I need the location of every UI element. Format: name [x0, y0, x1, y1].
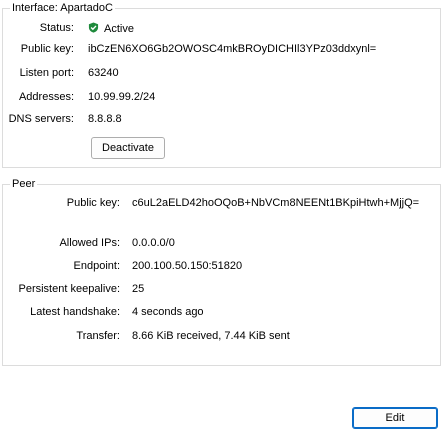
latest-handshake-label: Latest handshake: [30, 306, 120, 318]
interface-group: Interface: ApartadoC Status: Active Publ… [2, 2, 441, 168]
persistent-keepalive-value: 25 [132, 283, 145, 295]
transfer-row: Transfer: 8.66 KiB received, 7.44 KiB se… [3, 330, 440, 342]
persistent-keepalive-row: Persistent keepalive: 25 [3, 283, 440, 295]
endpoint-row: Endpoint: 200.100.50.150:51820 [3, 260, 440, 272]
peer-legend: Peer [10, 178, 38, 191]
peer-public-key-value: c6uL2aELD42hoOQoB+NbVCm8NEENt1BKpiHtwh+M… [132, 197, 420, 209]
listen-port-label: Listen port: [19, 67, 74, 79]
status-row: Status: Active [3, 22, 440, 35]
dns-servers-value: 8.8.8.8 [88, 113, 122, 125]
addresses-label: Addresses: [18, 91, 74, 103]
status-label: Status: [39, 22, 74, 34]
latest-handshake-value: 4 seconds ago [132, 306, 204, 318]
shield-check-icon [88, 22, 99, 33]
dns-servers-label: DNS servers: [8, 113, 74, 125]
interface-public-key-label: Public key: [20, 43, 74, 55]
status-value-wrap: Active [88, 22, 134, 35]
latest-handshake-row: Latest handshake: 4 seconds ago [3, 306, 440, 318]
peer-public-key-label: Public key: [66, 197, 120, 209]
dns-servers-row: DNS servers: 8.8.8.8 [3, 113, 440, 125]
interface-public-key-value: ibCzEN6XO6Gb2OWOSC4mkBROyDICHIl3YPz03ddx… [88, 43, 377, 55]
allowed-ips-value: 0.0.0.0/0 [132, 237, 175, 249]
addresses-row: Addresses: 10.99.99.2/24 [3, 91, 440, 103]
endpoint-value: 200.100.50.150:51820 [132, 260, 243, 272]
persistent-keepalive-label: Persistent keepalive: [18, 283, 121, 295]
listen-port-value: 63240 [88, 67, 119, 79]
status-value: Active [104, 23, 134, 35]
listen-port-row: Listen port: 63240 [3, 67, 440, 79]
transfer-value: 8.66 KiB received, 7.44 KiB sent [132, 330, 290, 342]
allowed-ips-label: Allowed IPs: [59, 237, 120, 249]
interface-public-key-row: Public key: ibCzEN6XO6Gb2OWOSC4mkBROyDIC… [3, 43, 440, 55]
addresses-value: 10.99.99.2/24 [88, 91, 156, 103]
edit-button[interactable]: Edit [352, 407, 438, 429]
peer-public-key-row: Public key: c6uL2aELD42hoOQoB+NbVCm8NEEN… [3, 197, 440, 210]
transfer-label: Transfer: [76, 330, 120, 342]
peer-group: Peer Public key: c6uL2aELD42hoOQoB+NbVCm… [2, 178, 441, 366]
deactivate-button[interactable]: Deactivate [91, 137, 165, 159]
endpoint-label: Endpoint: [73, 260, 120, 272]
allowed-ips-row: Allowed IPs: 0.0.0.0/0 [3, 237, 440, 249]
interface-legend: Interface: ApartadoC [10, 2, 115, 15]
